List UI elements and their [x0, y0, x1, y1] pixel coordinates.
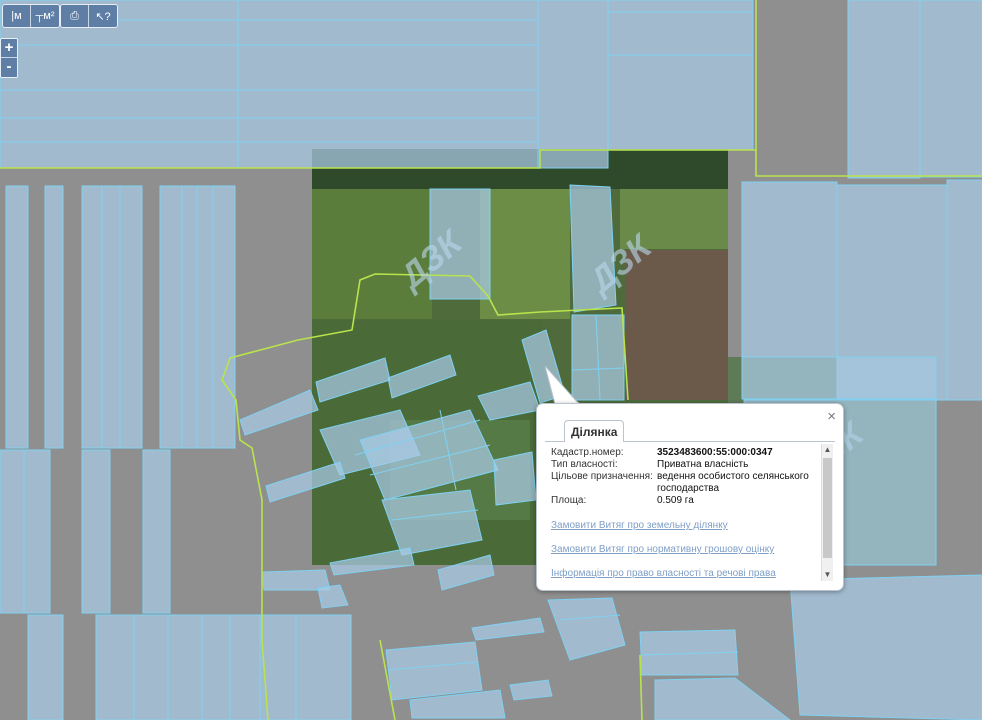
attr-value: 3523483600:55:000:0347	[657, 447, 773, 458]
popup-links: Замовити Витяг про земельну ділянку Замо…	[551, 520, 776, 581]
scroll-thumb[interactable]	[823, 458, 832, 558]
popup-pointer	[545, 366, 581, 406]
print-button[interactable]: ⎙	[61, 5, 89, 27]
measure-area-icon: ┬м²	[35, 10, 55, 22]
attr-value: Приватна власність	[657, 459, 749, 470]
tools-toolbar: ⎙ ↖?	[60, 4, 118, 28]
attr-value: ведення особистого селянського господарс…	[657, 471, 809, 494]
map-layer[interactable]: ДЗК ДЗК ДЗК	[0, 0, 982, 720]
order-parcel-extract-link[interactable]: Замовити Витяг про земельну ділянку	[551, 520, 776, 532]
identify-button[interactable]: ↖?	[89, 5, 117, 27]
order-valuation-extract-link[interactable]: Замовити Витяг про нормативну грошову оц…	[551, 544, 776, 556]
attr-row-area: Площа: 0.509 га	[551, 495, 819, 507]
measure-distance-icon: |м	[11, 10, 22, 22]
attr-key: Кадастр.номер:	[551, 447, 624, 458]
zoom-control: + -	[0, 38, 18, 78]
ownership-info-link[interactable]: Інформація про право власності та речові…	[551, 568, 776, 580]
attr-key: Тип власності:	[551, 459, 618, 470]
attr-key: Цільове призначення:	[551, 471, 653, 482]
zoom-out-button[interactable]: -	[1, 58, 17, 77]
scroll-up-icon[interactable]: ▲	[822, 444, 833, 456]
parcel-info-popup: × Ділянка Кадастр.номер: 3523483600:55:0…	[536, 403, 844, 591]
attr-row-cadastral: Кадастр.номер: 3523483600:55:000:0347	[551, 447, 819, 459]
measure-area-button[interactable]: ┬м²	[31, 5, 59, 27]
tab-parcel[interactable]: Ділянка	[564, 420, 625, 442]
measure-toolbar: |м ┬м²	[2, 4, 60, 28]
scroll-down-icon[interactable]: ▼	[822, 569, 833, 581]
zoom-in-button[interactable]: +	[1, 39, 17, 58]
attr-row-ownership: Тип власності: Приватна власність	[551, 459, 819, 471]
popup-scrollbar[interactable]: ▲ ▼	[821, 444, 833, 581]
identify-icon: ↖?	[95, 10, 111, 23]
print-icon: ⎙	[70, 9, 79, 22]
measure-distance-button[interactable]: |м	[3, 5, 31, 27]
attr-row-purpose: Цільове призначення: ведення особистого …	[551, 471, 819, 495]
map-canvas[interactable]: ДЗК ДЗК ДЗК |м ┬м² ⎙ ↖? + - × Ділянка	[0, 0, 982, 720]
attr-value: 0.509 га	[657, 495, 694, 506]
popup-content: Кадастр.номер: 3523483600:55:000:0347 Ти…	[545, 444, 833, 581]
parcel-attributes: Кадастр.номер: 3523483600:55:000:0347 Ти…	[551, 447, 819, 507]
close-icon[interactable]: ×	[827, 408, 836, 425]
attr-key: Площа:	[551, 495, 587, 506]
